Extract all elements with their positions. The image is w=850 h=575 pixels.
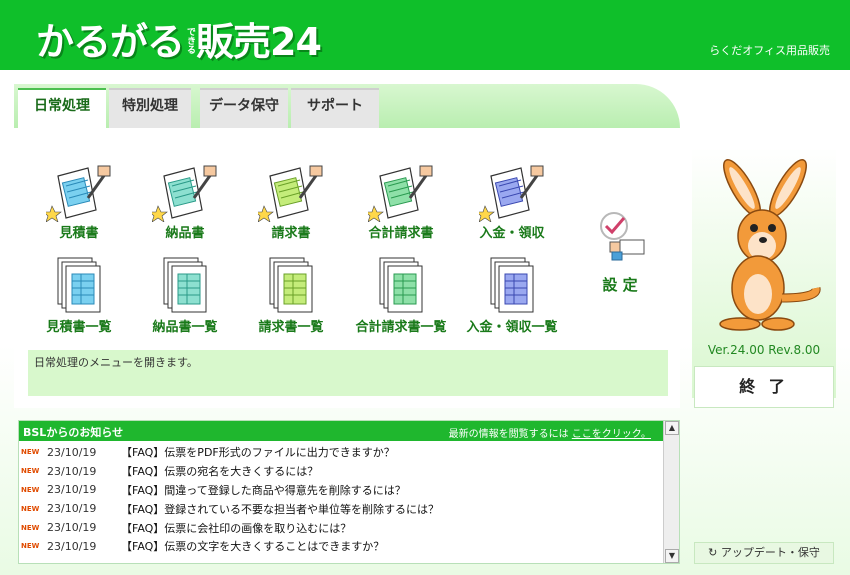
- menu-invoice-label: 請求書: [271, 226, 311, 241]
- menu-total-invoice-label: 合計請求書: [368, 226, 434, 241]
- news-header: BSLからのお知らせ 最新の情報を閲覧するには ここをクリック。: [19, 421, 679, 441]
- total-invoice-document-icon: [368, 165, 433, 222]
- invoice-document-icon: [258, 165, 323, 222]
- news-date: 23/10/19: [47, 521, 97, 535]
- logo-text-product: 販売24: [196, 20, 322, 64]
- new-badge: NEW: [21, 448, 40, 457]
- scroll-down-icon[interactable]: ▼: [665, 549, 679, 563]
- menu-payment-label: 入金・領収: [479, 226, 545, 241]
- menu-estimate[interactable]: 見積書: [34, 162, 124, 241]
- menu-payment-list-label: 入金・領収一覧: [466, 320, 558, 335]
- menu-settings-label: 設 定: [602, 276, 638, 294]
- new-badge: NEW: [21, 467, 40, 476]
- news-date: 23/10/19: [47, 483, 97, 497]
- news-title: 【FAQ】登録されている不要な担当者や単位等を削除するには？: [121, 502, 439, 516]
- news-latest-link[interactable]: ここをクリック。: [572, 429, 651, 440]
- total-invoice-list-icon: [379, 257, 423, 313]
- menu-invoice-list[interactable]: 請求書一覧: [246, 256, 336, 335]
- estimate-document-icon: [46, 165, 111, 222]
- refresh-icon: ↻: [708, 546, 718, 559]
- new-badge: NEW: [21, 504, 40, 513]
- news-item[interactable]: NEW 23/10/19 【FAQ】伝票に会社印の画像を取り込むには？: [19, 518, 663, 537]
- news-link-wrap: 最新の情報を閲覧するには ここをクリック。: [449, 425, 651, 440]
- news-date: 23/10/19: [47, 502, 97, 516]
- app-header: かるがる できる 販売24 らくだオフィス用品販売: [0, 0, 850, 70]
- scroll-up-icon[interactable]: ▲: [665, 421, 679, 435]
- news-title: 【FAQ】伝票に会社印の画像を取り込むには？: [121, 521, 352, 535]
- menu-estimate-list-label: 見積書一覧: [46, 320, 112, 335]
- menu-delivery[interactable]: 納品書: [140, 162, 230, 241]
- news-panel: BSLからのお知らせ 最新の情報を閲覧するには ここをクリック。 NEW 23/1…: [18, 420, 680, 564]
- new-badge: NEW: [21, 523, 40, 532]
- side-panel: [692, 148, 836, 398]
- logo-text-main: かるがる: [36, 20, 185, 64]
- menu-description: 日常処理のメニューを開きます。: [28, 350, 668, 396]
- settings-check-icon: [600, 212, 645, 261]
- menu-total-invoice[interactable]: 合計請求書: [348, 162, 454, 241]
- menu-payment[interactable]: 入金・領収: [462, 162, 562, 241]
- menu-invoice-list-label: 請求書一覧: [258, 320, 324, 335]
- menu-delivery-label: 納品書: [165, 226, 205, 241]
- news-date: 23/10/19: [47, 539, 97, 553]
- payment-receipt-icon: [479, 165, 544, 222]
- news-item[interactable]: NEW 23/10/19 【FAQ】伝票の文字を大きくすることはできますか？: [19, 537, 663, 556]
- payment-list-icon: [490, 257, 534, 313]
- news-link-prefix: 最新の情報を閲覧するには: [448, 429, 569, 440]
- news-item[interactable]: NEW 23/10/19 【FAQ】登録されている不要な担当者や単位等を削除するには…: [19, 499, 663, 518]
- menu-delivery-list[interactable]: 納品書一覧: [140, 256, 230, 335]
- logo-text-small: できる: [185, 26, 196, 54]
- news-scrollbar[interactable]: ▲ ▼: [663, 421, 679, 563]
- menu-total-invoice-list-label: 合計請求書一覧: [355, 320, 447, 335]
- exit-button[interactable]: 終 了: [694, 366, 834, 408]
- company-name: らくだオフィス用品販売: [709, 44, 830, 57]
- menu-total-invoice-list[interactable]: 合計請求書一覧: [348, 256, 454, 335]
- tab-bar: 日常処理 特別処理 データ保守 サポート: [14, 84, 680, 128]
- news-item[interactable]: NEW 23/10/19 【FAQ】伝票をPDF形式のファイルに出力できますか？: [19, 443, 663, 462]
- news-item[interactable]: NEW 23/10/19 【FAQ】伝票の宛名を大きくするには？: [19, 462, 663, 481]
- invoice-list-icon: [269, 257, 313, 313]
- update-maintenance-button[interactable]: ↻ アップデート・保守: [694, 542, 834, 564]
- new-badge: NEW: [21, 485, 40, 494]
- delivery-document-icon: [152, 165, 217, 222]
- estimate-list-icon: [57, 257, 101, 313]
- news-title: 【FAQ】伝票の文字を大きくすることはできますか？: [121, 540, 385, 554]
- menu-delivery-list-label: 納品書一覧: [152, 320, 218, 335]
- kangaroo-mascot-icon: [719, 159, 821, 331]
- delivery-list-icon: [163, 257, 207, 313]
- menu-invoice[interactable]: 請求書: [246, 162, 336, 241]
- tab-daily[interactable]: 日常処理: [18, 88, 106, 128]
- menu-settings[interactable]: 設 定: [578, 210, 662, 295]
- version-label: Ver.24.00 Rev.8.00: [707, 343, 821, 357]
- menu-payment-list[interactable]: 入金・領収一覧: [462, 256, 562, 335]
- app-logo: かるがる できる 販売24: [36, 18, 322, 64]
- news-title: 【FAQ】伝票の宛名を大きくするには？: [121, 465, 319, 479]
- news-date: 23/10/19: [47, 445, 97, 459]
- news-date: 23/10/19: [47, 464, 97, 478]
- news-title: 【FAQ】伝票をPDF形式のファイルに出力できますか？: [121, 446, 395, 460]
- news-title: 【FAQ】間違って登録した商品や得意先を削除するには？: [121, 483, 406, 497]
- menu-estimate-label: 見積書: [59, 226, 99, 241]
- tab-data-maintenance[interactable]: データ保守: [200, 88, 288, 128]
- new-badge: NEW: [21, 542, 40, 551]
- tab-support[interactable]: サポート: [291, 88, 379, 128]
- news-heading: BSLからのお知らせ: [23, 426, 124, 439]
- update-label: アップデート・保守: [720, 546, 820, 559]
- tab-special[interactable]: 特別処理: [109, 88, 191, 128]
- news-item[interactable]: NEW 23/10/19 【FAQ】間違って登録した商品や得意先を削除するには？: [19, 481, 663, 500]
- news-list: NEW 23/10/19 【FAQ】伝票をPDF形式のファイルに出力できますか？ N…: [19, 443, 663, 556]
- menu-estimate-list[interactable]: 見積書一覧: [34, 256, 124, 335]
